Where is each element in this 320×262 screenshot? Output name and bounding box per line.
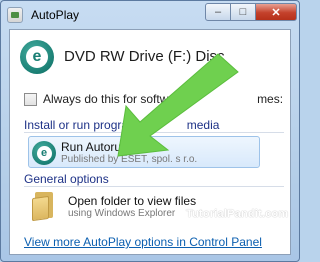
drive-label: DVD RW Drive (F:) Disc bbox=[64, 48, 225, 65]
maximize-button[interactable]: □ bbox=[230, 3, 256, 21]
watermark-text: TutorialPandit.com bbox=[186, 208, 289, 220]
run-autorun-option[interactable]: e Run Autorun.exe Published by ESET, spo… bbox=[28, 136, 260, 168]
control-panel-link[interactable]: View more AutoPlay options in Control Pa… bbox=[24, 235, 262, 249]
section-divider bbox=[24, 132, 284, 133]
autoplay-window: AutoPlay – □ ✕ e DVD RW Drive (F:) Disc … bbox=[0, 0, 300, 262]
eset-logo-icon: e bbox=[20, 40, 54, 74]
folder-icon bbox=[32, 192, 56, 222]
close-button[interactable]: ✕ bbox=[255, 3, 297, 21]
always-do-this-label: Always do this for softwa mes: bbox=[43, 92, 284, 106]
window-title: AutoPlay bbox=[31, 8, 80, 22]
run-autorun-publisher: Published by ESET, spol. s r.o. bbox=[61, 154, 198, 165]
dialog-content: e DVD RW Drive (F:) Disc Always do this … bbox=[9, 29, 291, 255]
eset-logo-icon: e bbox=[32, 141, 56, 165]
general-options-header: General options bbox=[24, 172, 109, 186]
section-divider bbox=[24, 186, 284, 187]
run-autorun-title: Run Autorun.exe bbox=[61, 140, 151, 154]
open-folder-subtitle: using Windows Explorer bbox=[68, 208, 176, 219]
autoplay-app-icon bbox=[7, 7, 23, 23]
title-bar[interactable]: AutoPlay – □ ✕ bbox=[1, 1, 299, 29]
minimize-button[interactable]: – bbox=[205, 3, 231, 21]
install-run-header: Install or run program fr media bbox=[24, 118, 220, 132]
always-do-this-checkbox[interactable] bbox=[24, 92, 37, 106]
open-folder-title: Open folder to view files bbox=[68, 194, 197, 208]
always-do-this-row[interactable]: Always do this for softwa mes: bbox=[24, 92, 283, 106]
